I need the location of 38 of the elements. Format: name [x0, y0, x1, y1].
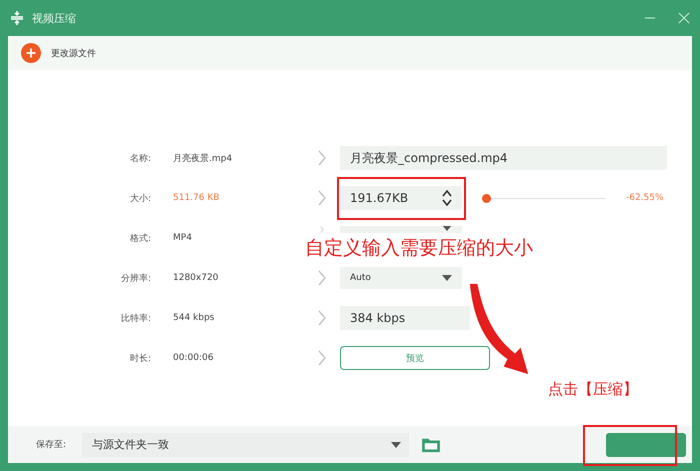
chevron-icon [318, 350, 326, 366]
save-location-dropdown[interactable]: 与源文件夹一致 [82, 432, 409, 456]
dropdown[interactable] [340, 226, 462, 233]
folder-icon[interactable] [421, 436, 441, 452]
caret-icon [391, 442, 401, 448]
close-icon[interactable] [678, 12, 690, 24]
original-value: 00:00:06 [173, 353, 214, 363]
caret-icon [442, 275, 452, 281]
original-value: 1280x720 [173, 273, 220, 283]
compress-button[interactable] [606, 432, 686, 456]
original-value: 511.76 KB [173, 193, 220, 203]
window-title: 视频压缩 [32, 10, 76, 26]
percent-reading: -62.55% [626, 193, 664, 203]
chevron-icon [318, 226, 326, 233]
chevron-icon [318, 150, 326, 166]
annotation-text: 自定义输入需要压缩的大小 [305, 236, 533, 260]
original-value: MP4 [173, 233, 193, 243]
original-value: 544 kbps [173, 313, 216, 323]
caret-icon [442, 226, 452, 231]
compress-icon [10, 11, 24, 25]
field-label: 比特率: [120, 312, 152, 324]
field-label: 大小: [128, 192, 152, 204]
field-label: 时长: [128, 352, 152, 364]
dropdown[interactable]: Auto [340, 267, 462, 289]
field-label: 格式: [128, 232, 152, 244]
chevron-icon [318, 270, 326, 286]
field-label: 名称: [128, 152, 152, 164]
output-field[interactable]: 384 kbps [340, 306, 470, 330]
original-value: 月亮夜景.mp4 [173, 152, 234, 164]
add-button[interactable] [21, 43, 41, 63]
output-field[interactable]: 月亮夜景_compressed.mp4 [340, 146, 667, 170]
field-label: 分辨率: [120, 272, 152, 284]
chevron-icon [318, 310, 326, 326]
change-source-link[interactable]: 更改源文件 [51, 46, 96, 60]
size-spinner[interactable]: 191.67KB [340, 186, 462, 210]
annotation-text: 点击【压缩】 [548, 380, 638, 399]
chevron-icon [318, 190, 326, 206]
save-label: 保存至: [36, 438, 68, 451]
